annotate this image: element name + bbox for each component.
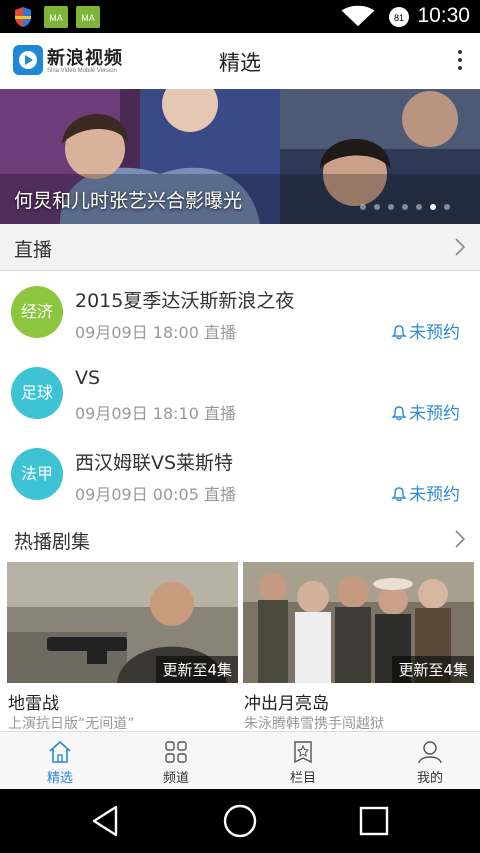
drama-subtitle: 上演抗日版“无间道” bbox=[8, 716, 135, 732]
wifi-icon bbox=[341, 5, 375, 27]
category-badge: 足球 bbox=[11, 367, 63, 419]
shield-icon bbox=[15, 7, 31, 27]
category-badge: 法甲 bbox=[11, 448, 63, 500]
divider bbox=[0, 270, 480, 271]
tab-label: 我的 bbox=[416, 771, 443, 786]
user-icon bbox=[418, 741, 442, 764]
app-header: 新浪视频 Sina Video Mobile Version 精选 bbox=[0, 33, 480, 89]
episode-badge: 更新至4集 bbox=[156, 656, 238, 683]
tab-label: 栏目 bbox=[289, 771, 316, 786]
bell-icon bbox=[391, 406, 407, 421]
carousel-dot-active bbox=[430, 204, 436, 210]
more-vertical-icon[interactable] bbox=[450, 47, 470, 75]
category-badge: 经济 bbox=[11, 286, 63, 338]
tab-label: 频道 bbox=[162, 771, 189, 786]
live-section-header[interactable]: 直播 bbox=[0, 224, 480, 270]
live-time: 09月09日 18:00 直播 bbox=[75, 323, 237, 342]
chevron-right-icon bbox=[455, 238, 466, 256]
carousel-dot bbox=[402, 204, 408, 210]
tab-columns[interactable]: 栏目 bbox=[243, 732, 363, 790]
home-button-icon[interactable] bbox=[222, 803, 258, 839]
app-notification-icon: MA bbox=[44, 6, 68, 28]
tab-label: 精选 bbox=[46, 771, 73, 786]
drama-section-title: 热播剧集 bbox=[14, 531, 91, 553]
battery-icon: 81 bbox=[389, 7, 409, 27]
reminder-label: 未预约 bbox=[409, 485, 460, 505]
reminder-button[interactable]: 未预约 bbox=[391, 399, 460, 424]
svg-text:81: 81 bbox=[394, 13, 404, 23]
live-item[interactable]: 经济 2015夏季达沃斯新浪之夜 09月09日 18:00 直播 未预约 bbox=[0, 280, 480, 360]
live-time: 09月09日 00:05 直播 bbox=[75, 485, 237, 504]
live-time: 09月09日 18:10 直播 bbox=[75, 404, 237, 423]
carousel-dot bbox=[416, 204, 422, 210]
drama-card[interactable]: 更新至4集 冲出月亮岛 朱泳腾韩雪携手闯越狱 bbox=[243, 562, 474, 732]
live-item[interactable]: 法甲 西汉姆联VS莱斯特 09月09日 00:05 直播 未预约 bbox=[0, 442, 480, 522]
banner-caption[interactable]: 何炅和儿时张艺兴合影曝光 bbox=[14, 186, 242, 213]
carousel-dot bbox=[374, 204, 380, 210]
tab-channels[interactable]: 频道 bbox=[116, 732, 236, 790]
carousel-dot bbox=[360, 204, 366, 210]
recent-apps-icon[interactable] bbox=[356, 803, 392, 839]
app-notification-icon: MA bbox=[76, 6, 100, 28]
home-icon bbox=[49, 740, 71, 763]
bell-icon bbox=[391, 487, 407, 502]
drama-subtitle: 朱泳腾韩雪携手闯越狱 bbox=[244, 716, 384, 732]
back-icon[interactable] bbox=[88, 803, 124, 839]
bottom-tab-bar: 精选 频道 栏目 我的 bbox=[0, 731, 480, 789]
reminder-button[interactable]: 未预约 bbox=[391, 318, 460, 343]
live-title: VS bbox=[75, 367, 101, 389]
drama-thumbnail: 更新至4集 bbox=[243, 562, 474, 683]
star-bookmark-icon bbox=[294, 741, 312, 764]
live-title: 2015夏季达沃斯新浪之夜 bbox=[75, 290, 295, 312]
clock: 10:30 bbox=[417, 4, 470, 27]
carousel-indicator bbox=[360, 195, 458, 210]
drama-thumbnail: 更新至4集 bbox=[7, 562, 238, 683]
chevron-right-icon bbox=[455, 530, 466, 548]
drama-title: 地雷战 bbox=[8, 694, 59, 714]
page-title: 精选 bbox=[219, 51, 261, 75]
drama-card[interactable]: 更新至4集 地雷战 上演抗日版“无间道” bbox=[7, 562, 238, 732]
live-section-title: 直播 bbox=[14, 239, 53, 261]
grid-icon bbox=[165, 741, 187, 763]
svg-text:MA: MA bbox=[49, 13, 63, 23]
tab-mine[interactable]: 我的 bbox=[370, 732, 480, 790]
live-title: 西汉姆联VS莱斯特 bbox=[75, 452, 234, 474]
live-item[interactable]: 足球 VS 09月09日 18:10 直播 未预约 bbox=[0, 361, 480, 441]
svg-text:MA: MA bbox=[81, 13, 95, 23]
reminder-label: 未预约 bbox=[409, 323, 460, 343]
drama-section-header[interactable]: 热播剧集 bbox=[0, 516, 480, 562]
carousel-dot bbox=[388, 204, 394, 210]
status-bar: MA MA 81 10:30 bbox=[0, 0, 480, 33]
reminder-label: 未预约 bbox=[409, 404, 460, 424]
system-navigation-bar bbox=[0, 789, 480, 853]
reminder-button[interactable]: 未预约 bbox=[391, 480, 460, 505]
tab-featured[interactable]: 精选 bbox=[0, 732, 120, 790]
bell-icon bbox=[391, 325, 407, 340]
episode-badge: 更新至4集 bbox=[392, 656, 474, 683]
carousel-dot bbox=[444, 204, 450, 210]
drama-title: 冲出月亮岛 bbox=[244, 694, 329, 714]
